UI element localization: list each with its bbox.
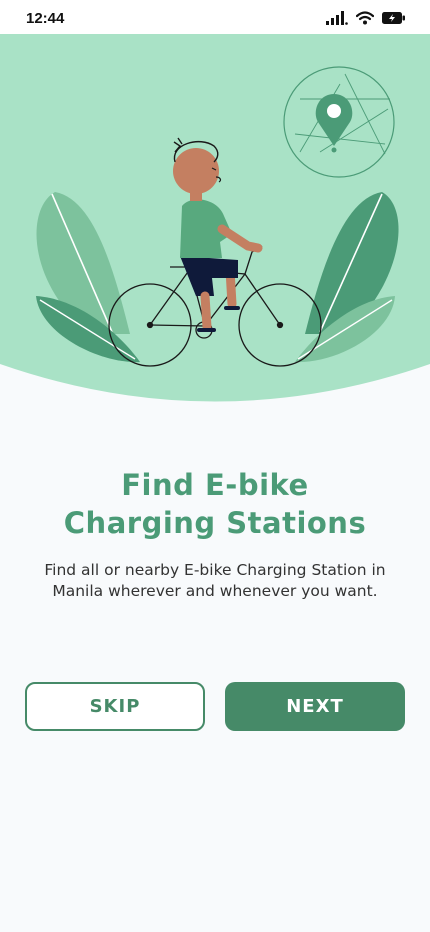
status-time: 12:44: [26, 10, 65, 27]
title-line-2: Charging Stations: [63, 506, 367, 540]
next-button[interactable]: NEXT: [225, 682, 405, 731]
signal-icon: [326, 11, 348, 25]
title-line-1: Find E-bike: [121, 468, 309, 502]
battery-charging-icon: [382, 12, 405, 24]
page-title: Find E-bike Charging Stations: [0, 466, 430, 542]
onboarding-screen: 12:44 Find E-bike Charging Stations Find…: [0, 0, 430, 932]
status-icons: [326, 10, 406, 26]
wifi-icon: [356, 11, 374, 25]
skip-button[interactable]: SKIP: [25, 682, 205, 731]
hero-illustration: [0, 34, 430, 402]
onboarding-description: Find all or nearby E-bike Charging Stati…: [44, 561, 386, 600]
status-bar: 12:44: [0, 0, 430, 34]
